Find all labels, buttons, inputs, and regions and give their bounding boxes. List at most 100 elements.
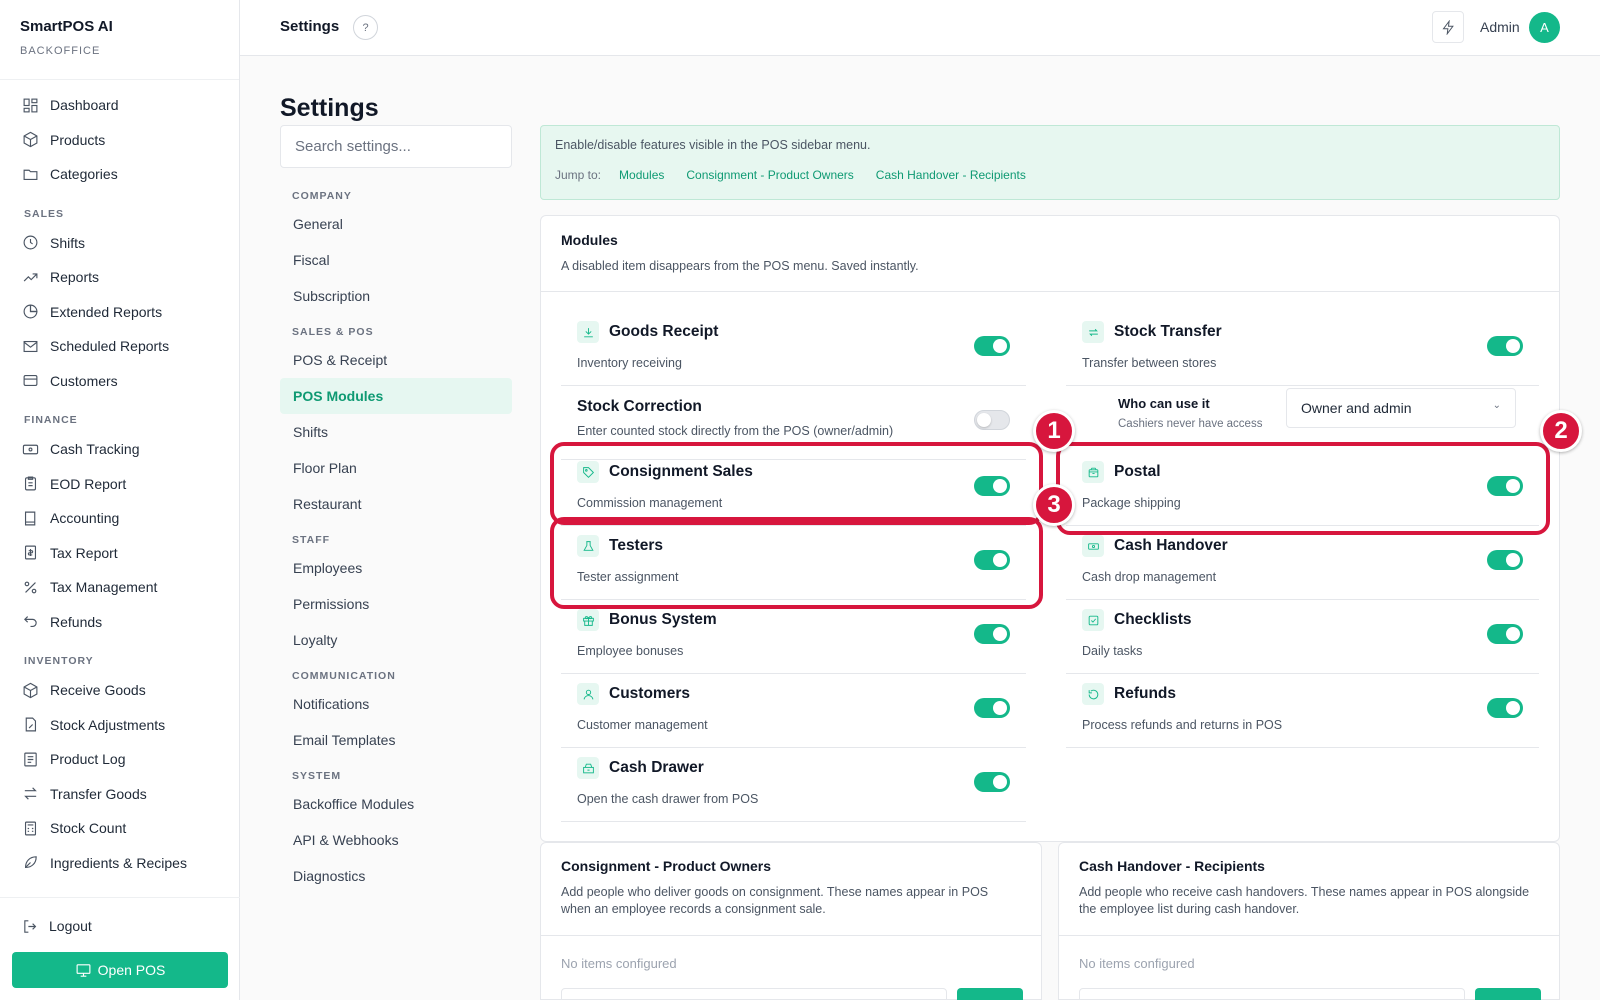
nav-label: Transfer Goods [50, 785, 147, 802]
nav-item-cash-tracking[interactable]: Cash Tracking [12, 432, 227, 467]
trend-icon [23, 273, 38, 282]
settings-item-employees[interactable]: Employees [280, 550, 512, 586]
card-title: Cash Handover - Recipients [1079, 858, 1265, 874]
settings-item-restaurant[interactable]: Restaurant [280, 486, 512, 522]
help-icon[interactable]: ? [353, 15, 378, 40]
module-toggle[interactable] [974, 772, 1010, 792]
module-toggle[interactable] [1487, 336, 1523, 356]
clipboard-icon [24, 476, 37, 491]
info-banner: Enable/disable features visible in the P… [540, 125, 1560, 200]
who-can-use-select[interactable]: Owner and admin ⌄ [1286, 388, 1516, 428]
nav-item-tax-management[interactable]: Tax Management [12, 570, 227, 605]
nav-item-product-log[interactable]: Product Log [12, 742, 227, 777]
settings-item-pos-receipt[interactable]: POS & Receipt [280, 342, 512, 378]
settings-item-pos-modules[interactable]: POS Modules [280, 378, 512, 414]
nav-item-tax-report[interactable]: Tax Report [12, 536, 227, 571]
module-title: Cash Handover [1114, 537, 1228, 554]
nav-item-shifts[interactable]: Shifts [12, 226, 227, 261]
nav-item-refunds[interactable]: Refunds [12, 605, 227, 640]
owner-name-input[interactable] [561, 988, 947, 1000]
nav-item-products[interactable]: Products [12, 123, 227, 158]
nav-item-eod-report[interactable]: EOD Report [12, 467, 227, 502]
open-pos-button[interactable]: Open POS [12, 952, 228, 988]
module-toggle[interactable] [974, 410, 1010, 430]
jump-link-consignment[interactable]: Consignment - Product Owners [686, 168, 853, 182]
module-toggle[interactable] [974, 698, 1010, 718]
settings-item-permissions[interactable]: Permissions [280, 586, 512, 622]
jump-link-cash-handover[interactable]: Cash Handover - Recipients [876, 168, 1026, 182]
annotation-badge-3: 3 [1033, 484, 1075, 526]
arrows-icon [24, 787, 37, 800]
settings-section-staff: STAFF [292, 534, 331, 546]
module-bonus-system: Bonus System Employee bonuses [561, 600, 1026, 674]
consignment-owners-card: Consignment - Product Owners Add people … [540, 842, 1042, 1000]
nav-item-extended-reports[interactable]: Extended Reports [12, 295, 227, 330]
module-toggle[interactable] [974, 624, 1010, 644]
settings-search-input[interactable] [280, 125, 512, 168]
cash-icon [1082, 535, 1104, 557]
main-nav: Dashboard Products Categories SALES Shif… [0, 80, 239, 888]
settings-item-fiscal[interactable]: Fiscal [280, 242, 512, 278]
nav-item-stock-count[interactable]: Stock Count [12, 811, 227, 846]
settings-item-diagnostics[interactable]: Diagnostics [280, 858, 512, 894]
nav-item-receive-goods[interactable]: Receive Goods [12, 673, 227, 708]
nav-item-reports[interactable]: Reports [12, 260, 227, 295]
card-icon [23, 375, 38, 387]
annotation-highlight-consignment [550, 442, 1043, 525]
settings-item-general[interactable]: General [280, 206, 512, 242]
nav-section-inventory: INVENTORY [24, 655, 94, 667]
undo-icon [24, 616, 37, 628]
nav-label: EOD Report [50, 475, 127, 492]
bolt-icon [1442, 19, 1454, 35]
banknote-icon [22, 444, 39, 455]
recipient-name-input[interactable] [1079, 988, 1465, 1000]
module-title: Stock Transfer [1114, 323, 1222, 340]
add-recipient-button[interactable] [1475, 988, 1541, 1000]
annotation-highlight-postal [1056, 442, 1550, 535]
nav-item-stock-adjustments[interactable]: Stock Adjustments [12, 708, 227, 743]
page-title: Settings [280, 94, 379, 122]
settings-item-api-webhooks[interactable]: API & Webhooks [280, 822, 512, 858]
module-title: Stock Correction [577, 398, 702, 415]
nav-item-ingredients[interactable]: Ingredients & Recipes [12, 846, 227, 881]
nav-label: Scheduled Reports [50, 338, 170, 355]
user-icon [577, 683, 599, 705]
module-toggle[interactable] [974, 336, 1010, 356]
add-owner-button[interactable] [957, 988, 1023, 1000]
download-icon [577, 321, 599, 343]
nav-item-customers[interactable]: Customers [12, 364, 227, 399]
user-name[interactable]: Admin [1480, 19, 1520, 35]
brand-name: SmartPOS AI [20, 18, 113, 35]
module-toggle[interactable] [1487, 550, 1523, 570]
module-cash-drawer: Cash Drawer Open the cash drawer from PO… [561, 748, 1026, 822]
quick-action-button[interactable] [1432, 11, 1464, 43]
settings-item-shifts[interactable]: Shifts [280, 414, 512, 450]
module-toggle[interactable] [1487, 698, 1523, 718]
settings-item-notifications[interactable]: Notifications [280, 686, 512, 722]
open-pos-label: Open POS [97, 962, 166, 978]
drawer-icon [577, 757, 599, 779]
module-title: Cash Drawer [609, 759, 704, 776]
settings-item-email-templates[interactable]: Email Templates [280, 722, 512, 758]
settings-item-subscription[interactable]: Subscription [280, 278, 512, 314]
nav-label: Products [50, 131, 106, 148]
nav-item-accounting[interactable]: Accounting [12, 501, 227, 536]
banner-text: Enable/disable features visible in the P… [555, 138, 871, 152]
settings-item-loyalty[interactable]: Loyalty [280, 622, 512, 658]
logout-button[interactable]: Logout [12, 908, 228, 944]
avatar[interactable]: A [1529, 12, 1560, 43]
nav-item-scheduled-reports[interactable]: Scheduled Reports [12, 329, 227, 364]
module-desc: Inventory receiving [577, 356, 682, 370]
nav-label: Dashboard [50, 97, 119, 114]
nav-item-dashboard[interactable]: Dashboard [12, 88, 227, 123]
package-icon [23, 682, 38, 698]
module-toggle[interactable] [1487, 624, 1523, 644]
nav-item-categories[interactable]: Categories [12, 157, 227, 192]
jump-link-modules[interactable]: Modules [619, 168, 664, 182]
modules-subtitle: A disabled item disappears from the POS … [561, 259, 919, 273]
nav-item-transfer-goods[interactable]: Transfer Goods [12, 777, 227, 812]
nav-label: Accounting [50, 510, 120, 527]
settings-item-backoffice-modules[interactable]: Backoffice Modules [280, 786, 512, 822]
settings-item-floor-plan[interactable]: Floor Plan [280, 450, 512, 486]
nav-label: Customers [50, 372, 118, 389]
